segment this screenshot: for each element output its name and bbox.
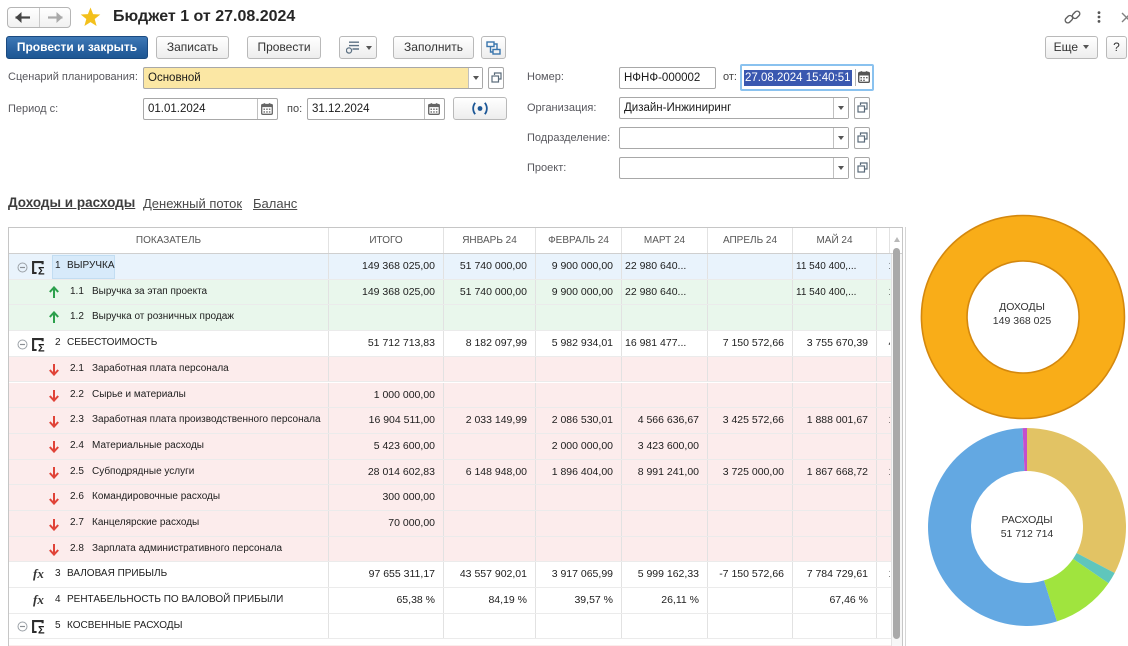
svg-text:Σ: Σ — [38, 625, 45, 636]
svg-text:Σ: Σ — [38, 265, 45, 276]
svg-text:Σ: Σ — [38, 342, 45, 353]
